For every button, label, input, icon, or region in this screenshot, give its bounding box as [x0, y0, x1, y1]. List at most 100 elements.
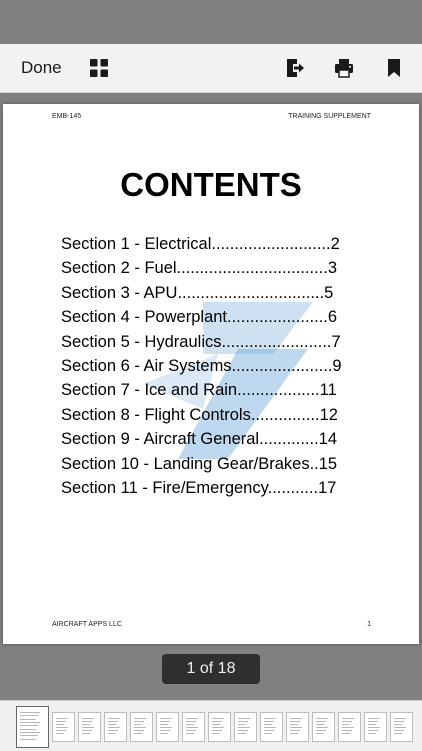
- print-icon[interactable]: [333, 57, 355, 79]
- page-thumbnail[interactable]: [156, 712, 179, 742]
- page-thumbnail[interactable]: [208, 712, 231, 742]
- grid-icon[interactable]: [88, 57, 110, 79]
- thumbnail-text-line: [20, 712, 40, 713]
- thumbnail-text-line: [368, 733, 376, 734]
- toc-entry[interactable]: Section 4 - Powerplant..................…: [61, 305, 351, 329]
- thumbnail-text-line: [186, 733, 194, 734]
- thumbnail-text-line: [264, 730, 274, 731]
- thumbnail-text-line: [160, 733, 168, 734]
- thumbnail-strip[interactable]: [0, 700, 422, 751]
- thumbnail-text-line: [264, 733, 272, 734]
- thumbnail-text-line: [56, 727, 68, 728]
- thumbnail-text-line: [82, 721, 92, 722]
- thumbnail-text-line: [20, 738, 36, 740]
- thumbnail-text-line: [316, 721, 326, 722]
- page-thumbnail[interactable]: [260, 712, 283, 742]
- thumbnail-text-line: [316, 733, 324, 734]
- page-header-left: EMB-145: [52, 113, 82, 120]
- thumbnail-text-line: [82, 727, 94, 728]
- thumbnail-text-line: [212, 730, 222, 731]
- thumbnail-text-line: [316, 727, 328, 728]
- thumbnail-text-line: [212, 718, 224, 719]
- thumbnail-text-line: [368, 727, 380, 728]
- thumbnail-list: [16, 706, 413, 748]
- thumbnail-text-line: [56, 733, 64, 734]
- thumbnail-text-line: [368, 721, 378, 722]
- thumbnail-text-line: [342, 730, 352, 731]
- toc-entry[interactable]: Section 8 - Flight Controls.............…: [61, 403, 351, 427]
- thumbnail-text-line: [290, 721, 300, 722]
- thumbnail-text-line: [186, 718, 198, 719]
- status-bar-area: [0, 0, 422, 44]
- thumbnail-text-line: [186, 727, 198, 728]
- thumbnail-text-line: [342, 724, 350, 725]
- thumbnail-text-line: [160, 730, 170, 731]
- toc-entry[interactable]: Section 6 - Air Systems.................…: [61, 354, 351, 378]
- page-thumbnail[interactable]: [78, 712, 101, 742]
- toc-entry[interactable]: Section 9 - Aircraft General............…: [61, 427, 351, 451]
- page-thumbnail[interactable]: [52, 712, 75, 742]
- thumbnail-text-line: [290, 730, 300, 731]
- thumbnail-text-line: [134, 727, 146, 728]
- thumbnail-text-line: [82, 724, 90, 725]
- thumbnail-text-line: [238, 721, 248, 722]
- toc-entry[interactable]: Section 7 - Ice and Rain................…: [61, 378, 351, 402]
- thumbnail-text-line: [316, 718, 328, 719]
- page-thumbnail[interactable]: [234, 712, 257, 742]
- page-thumbnail[interactable]: [312, 712, 335, 742]
- thumbnail-text-line: [394, 721, 404, 722]
- thumbnail-text-line: [290, 733, 298, 734]
- thumbnail-text-line: [160, 724, 168, 725]
- thumbnail-text-line: [134, 721, 144, 722]
- page-thumbnail[interactable]: [130, 712, 153, 742]
- toc-entry[interactable]: Section 11 - Fire/Emergency...........17: [61, 476, 351, 500]
- page-header-right: TRAINING SUPPLEMENT: [288, 113, 371, 120]
- thumbnail-text-line: [134, 730, 144, 731]
- thumbnail-text-line: [368, 718, 380, 719]
- page-thumbnail[interactable]: [338, 712, 361, 742]
- thumbnail-text-line: [20, 718, 36, 720]
- thumbnail-text-line: [342, 733, 350, 734]
- thumbnail-text-line: [212, 724, 220, 725]
- thumbnail-text-line: [368, 730, 378, 731]
- thumbnail-text-line: [56, 724, 64, 725]
- page-thumbnail[interactable]: [364, 712, 387, 742]
- thumbnail-text-line: [238, 730, 248, 731]
- thumbnail-text-line: [186, 724, 194, 725]
- thumbnail-text-line: [108, 721, 118, 722]
- thumbnail-text-line: [20, 732, 40, 733]
- toc-entry[interactable]: Section 5 - Hydraulics..................…: [61, 330, 351, 354]
- thumbnail-text-line: [238, 718, 250, 719]
- page-title: CONTENTS: [120, 166, 302, 203]
- page-thumbnail[interactable]: [16, 706, 49, 748]
- thumbnail-text-line: [56, 721, 66, 722]
- toc-entry[interactable]: Section 3 - APU.........................…: [61, 281, 351, 305]
- page-thumbnail[interactable]: [182, 712, 205, 742]
- thumbnail-text-line: [160, 727, 172, 728]
- bookmark-icon[interactable]: [383, 57, 405, 79]
- thumbnail-text-line: [264, 718, 276, 719]
- thumbnail-text-line: [212, 721, 222, 722]
- page-thumbnail[interactable]: [286, 712, 309, 742]
- toc-entry[interactable]: Section 1 - Electrical..................…: [61, 232, 351, 256]
- page-thumbnail[interactable]: [104, 712, 127, 742]
- done-button[interactable]: Done: [21, 58, 62, 78]
- toc-entry[interactable]: Section 10 - Landing Gear/Brakes..15: [61, 452, 351, 476]
- thumbnail-text-line: [56, 730, 66, 731]
- thumbnail-text-line: [20, 728, 36, 730]
- thumbnail-text-line: [316, 724, 324, 725]
- thumbnail-text-line: [20, 735, 38, 737]
- thumbnail-text-line: [264, 727, 276, 728]
- thumbnail-text-line: [134, 724, 142, 725]
- page-indicator: 1 of 18: [162, 654, 260, 684]
- document-page[interactable]: EMB-145 TRAINING SUPPLEMENT CONTENTS Sec…: [3, 104, 419, 644]
- page-thumbnail[interactable]: [390, 712, 413, 742]
- thumbnail-text-line: [134, 718, 146, 719]
- share-export-icon[interactable]: [284, 57, 306, 79]
- thumbnail-text-line: [342, 718, 354, 719]
- thumbnail-text-line: [108, 718, 120, 719]
- thumbnail-text-line: [20, 722, 40, 723]
- thumbnail-text-line: [394, 727, 406, 728]
- thumbnail-text-line: [160, 718, 172, 719]
- toc-entry[interactable]: Section 2 - Fuel........................…: [61, 256, 351, 280]
